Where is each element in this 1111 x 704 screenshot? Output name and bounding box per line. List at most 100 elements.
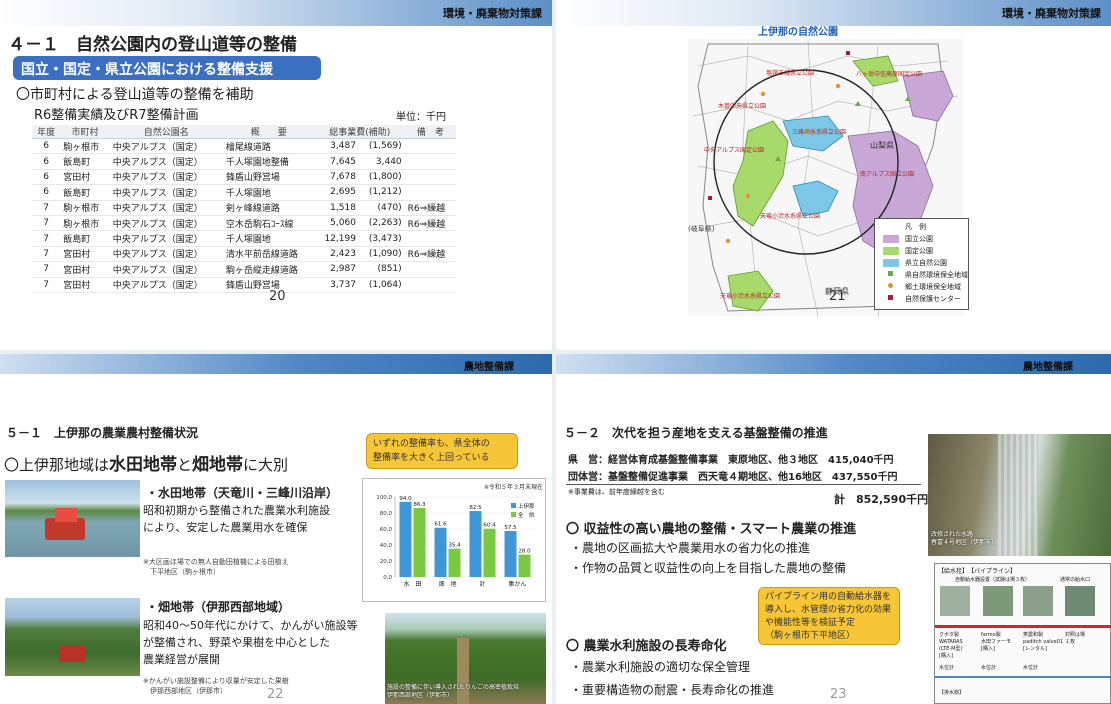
table-cell: 駒ヶ根市 <box>60 200 110 216</box>
legend-label: 県自然環境保全地域 <box>905 271 968 279</box>
orchard-photo: 施設の整備に伴い導入されたりんごの高密植栽培 伊那西部地区（伊那市） <box>385 613 546 704</box>
coverage-bar-chart: ※令和５年３月末現在 0.0 20.0 40.0 60.0 80.0 100.0 94.086… <box>376 483 543 588</box>
table-cell: R6⇒繰越 <box>404 200 456 216</box>
table-cell: 6 <box>32 169 61 186</box>
legend-swatch <box>883 247 899 255</box>
slide-title: ５－２ 次代を担う産地を支える基盤整備の推進 <box>564 426 828 440</box>
x-tick-label: 計 <box>479 580 485 588</box>
unit-label: 単位：千円 <box>396 112 446 123</box>
table-cell <box>404 261 456 278</box>
bar-value-label: 94.0 <box>399 496 412 502</box>
water-level-sensor-label: 水位計 <box>981 665 997 671</box>
lead-field: 畑地帯 <box>192 455 244 475</box>
table-cell: 清水平前岳線道路 <box>222 246 315 263</box>
field-photo <box>5 598 140 676</box>
legend-label: 県立自然公園 <box>905 259 947 267</box>
table-cell: 千人塚園地 <box>222 184 315 201</box>
table-cell: 駒ヶ根市 <box>60 215 110 232</box>
table-cell: R6⇒繰越 <box>404 215 456 232</box>
bullet-2: ・作物の品質と収益性の向上を目指した農地の整備 <box>570 561 847 575</box>
table-cell: 7,678 <box>314 169 359 186</box>
y-tick-label: 80.0 <box>380 511 393 517</box>
legend-swatch <box>888 271 893 276</box>
table-cell <box>404 230 456 247</box>
legend-title: 凡 例 <box>905 223 926 231</box>
project-table: 年度 市町村 自然公園名概 要総事業費(補助) 備 考 6 駒ヶ根市 中央アルプス（国定）… <box>32 125 456 293</box>
bar-prefecture <box>448 548 461 577</box>
table-cell: 剣ヶ峰線道路 <box>222 200 315 216</box>
table-cell <box>404 277 456 293</box>
device-label: 対照は場 １枚 <box>1065 632 1086 645</box>
lead-c: と <box>177 456 193 474</box>
column-header: 年度 <box>32 125 61 139</box>
table-cell <box>404 169 456 186</box>
y-tick-label: 40.0 <box>380 543 393 549</box>
chart-frame: ※令和５年３月末現在 0.0 20.0 40.0 60.0 80.0 100.0 94.0 86… <box>362 478 546 602</box>
table-cell: 2,987 <box>314 261 359 278</box>
bar-value-label: 60.4 <box>483 523 496 529</box>
table-cell: 中央アルプス（国定） <box>109 169 223 186</box>
table-cell: 2,423 <box>314 246 359 263</box>
total-line: 計 852,590千円 <box>834 491 928 507</box>
legend-label: 全 県 <box>518 511 535 519</box>
table-row: 7 宮田村 中央アルプス（国定） 清水平前岳線道路 2,423 (1,090) R6⇒繰越 <box>32 246 456 263</box>
table-cell: 中央アルプス（国定） <box>109 184 223 201</box>
slide-20: 環境・廃棄物対策課 ４－１ 自然公園内の登山道等の整備 国立・国定・県立公園にお… <box>0 0 552 350</box>
slide-21: 環境・廃棄物対策課 上伊那の自然公園 山梨県 静岡県 (岐阜県) 中央アルプス国… <box>556 0 1111 350</box>
table-cell: 中央アルプス（国定） <box>109 277 223 293</box>
table-cell: 2,695 <box>314 184 359 201</box>
label-yamanashi: 山梨県 <box>870 140 894 150</box>
subheading: R6整備実績及びR7整備計画 <box>34 108 199 123</box>
table-cell: 3,440 <box>358 153 405 170</box>
header-bar: 環境・廃棄物対策課 <box>556 0 1111 26</box>
table-row: 7 宮田村 中央アルプス（国定） 駒ヶ岳縦走線道路 2,987 (851) <box>32 261 456 278</box>
table-cell: 7 <box>32 230 61 247</box>
bullet-1: ・農地の区画拡大や農業用水の省力化の推進 <box>570 541 811 555</box>
legend-swatch <box>511 503 516 508</box>
table-cell: (470) <box>358 200 405 216</box>
bar-prefecture <box>413 507 426 577</box>
budget-line-1: 県 営：経営体育成基盤整備事業 東原地区、他３地区 415,040千円 <box>568 451 894 466</box>
banner: 国立・国定・県立公園における整備支援 <box>13 56 321 80</box>
table-cell: (1,090) <box>358 246 405 263</box>
canal-photo: 改修された水路 春富４号地区（伊那市） <box>928 434 1111 556</box>
section-smart-farming: 〇 収益性の高い農地の整備・スマート農業の推進 <box>566 522 857 537</box>
bullet-4: ・重要構造物の耐震・長寿命化の推進 <box>570 683 775 697</box>
map-title: 上伊那の自然公園 <box>758 26 838 38</box>
legend-swatch <box>888 283 893 288</box>
legend-swatch <box>883 235 899 243</box>
paddy-body: 昭和初期から整備された農業水利施設 により、安定した農業用水を確保 <box>143 504 330 534</box>
table-cell: R6⇒繰越 <box>404 246 456 263</box>
legend-label: 郷土環境保全地域 <box>905 283 961 291</box>
x-tick-label: 水 田 <box>403 580 421 588</box>
legend-swatch <box>888 295 893 300</box>
table-cell: 駒ヶ岳縦走線道路 <box>222 261 315 278</box>
table-cell: 宮田村 <box>60 277 110 293</box>
label-enrei: 塩嶺王城県立公園 <box>766 69 814 77</box>
table-cell <box>404 153 456 170</box>
table-cell: 宮田村 <box>60 261 110 278</box>
field-heading: ・畑地帯（伊那西部地域） <box>146 600 291 614</box>
table-cell: 駒ヶ根市 <box>60 138 110 155</box>
line2-text: 団体営：基盤整備促進事業 西天竜４期地区、他16地区 <box>568 472 822 483</box>
label-tenryu: 天竜小渋水系県立公園 <box>760 212 820 220</box>
highlight-callout: いずれの整備率も、県全体の 整備率を大きく上回っている <box>366 433 518 469</box>
lead-a: 〇上伊那地域は <box>4 456 110 474</box>
table-cell: 飯島町 <box>60 230 110 247</box>
legend-label: 上伊那 <box>518 502 535 510</box>
canal-caption: 改修された水路 春富４号地区（伊那市） <box>931 531 998 546</box>
water-level-sensor-label: 水位計 <box>1023 665 1039 671</box>
label-chuo: 中央アルプス国定公園 <box>704 146 764 154</box>
header-bar: 農地整備課 <box>0 354 552 374</box>
lead-e: に大別 <box>243 456 289 474</box>
x-tick-label: 集かん <box>508 580 526 588</box>
table-cell: 1,518 <box>314 200 359 216</box>
label-minami: 南アルプス国立公園 <box>860 170 914 178</box>
pipeline-diagram: 【給水栓】 【パイプライン】 自動給水器設置（試験は場３枚） 通常の給水口 クボ… <box>934 563 1111 704</box>
table-cell: 3,487 <box>314 138 359 155</box>
table-cell: 宮田村 <box>60 169 110 186</box>
bar-value-label: 82.5 <box>469 505 482 511</box>
drain-label: 【排水側】 <box>939 690 965 696</box>
table-cell: 3,737 <box>314 277 359 293</box>
table-cell: 7 <box>32 246 61 263</box>
